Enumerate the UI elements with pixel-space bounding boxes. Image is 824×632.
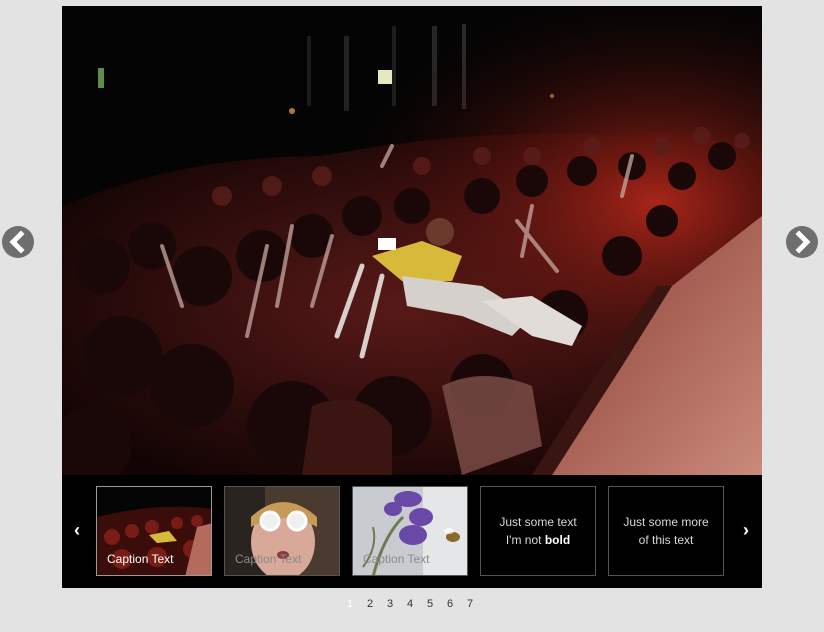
thumbnail-2[interactable]: Caption Text (224, 486, 340, 576)
chevron-left-icon (9, 230, 25, 254)
page-link-5[interactable]: 5 (420, 598, 440, 614)
text-thumbnail-1[interactable]: Just some text I'm not bold (480, 486, 596, 576)
text-thumbnail-content: Just some more of this text (623, 513, 708, 549)
text-thumbnail-content: Just some text I'm not bold (499, 513, 576, 549)
page-link-4[interactable]: 4 (400, 598, 420, 614)
text-thumbnail-line: Just some text (499, 515, 577, 529)
prev-slide-button[interactable] (2, 226, 34, 258)
slideshow-page: ‹ Caption Text Caption Text Caption Text… (0, 0, 824, 632)
page-link-2[interactable]: 2 (360, 598, 380, 614)
page-link-6[interactable]: 6 (440, 598, 460, 614)
text-thumbnail-line: I'm not bold (499, 531, 576, 549)
main-slide-image[interactable] (62, 6, 762, 475)
text-thumbnail-2[interactable]: Just some more of this text (608, 486, 724, 576)
text-thumbnail-prefix: I'm not (505, 533, 545, 547)
slider-frame: ‹ Caption Text Caption Text Caption Text… (62, 6, 762, 588)
bold-text: bold (544, 533, 571, 547)
thumbnail-caption: Caption Text (363, 552, 430, 566)
next-slide-button[interactable] (786, 226, 818, 258)
thumbnail-strip: ‹ Caption Text Caption Text Caption Text… (62, 475, 762, 588)
chevron-right-icon (795, 230, 811, 254)
thumbnail-caption: Caption Text (107, 552, 174, 566)
page-link-1[interactable]: 1 (340, 598, 360, 614)
pagination: 1 2 3 4 5 6 7 (340, 598, 480, 614)
thumbnail-1[interactable]: Caption Text (96, 486, 212, 576)
thumbnail-3[interactable]: Caption Text (352, 486, 468, 576)
page-link-3[interactable]: 3 (380, 598, 400, 614)
concert-photo (62, 6, 762, 475)
text-thumbnail-line: of this text (638, 533, 694, 547)
strip-prev-button[interactable]: ‹ (70, 519, 84, 541)
page-link-7[interactable]: 7 (460, 598, 480, 614)
strip-next-button[interactable]: › (739, 519, 753, 541)
thumbnail-caption: Caption Text (235, 552, 302, 566)
text-thumbnail-line: Just some more (623, 515, 709, 529)
